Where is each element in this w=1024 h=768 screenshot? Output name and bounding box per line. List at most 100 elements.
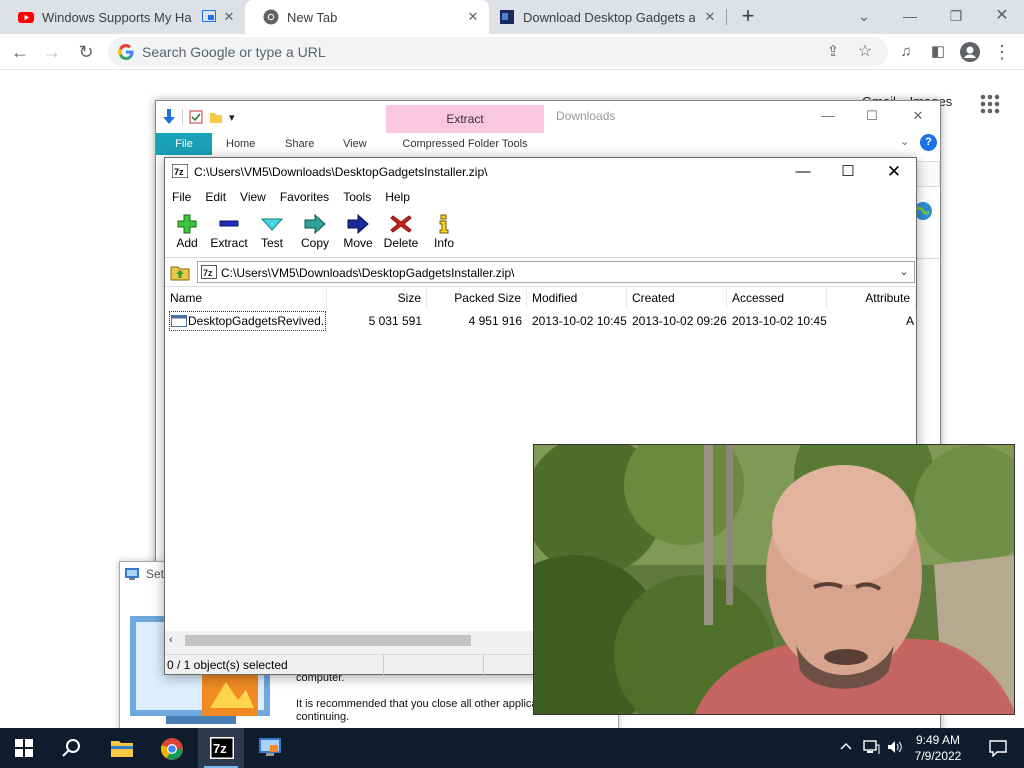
cell-packed-size: 4 951 916: [468, 314, 522, 328]
reload-button[interactable]: ↻: [74, 40, 98, 64]
menu-help[interactable]: Help: [385, 190, 410, 204]
scrollbar-thumb[interactable]: [185, 635, 471, 646]
tab-new-tab[interactable]: New Tab ✕: [245, 0, 489, 34]
close-tab-icon[interactable]: ✕: [702, 9, 718, 25]
tab-search-icon[interactable]: ⌄: [852, 4, 876, 28]
ribbon-expand-icon[interactable]: ⌄: [900, 135, 909, 148]
add-button[interactable]: Add: [165, 210, 209, 256]
tab-separator: [726, 9, 727, 25]
column-header-created[interactable]: Created: [627, 287, 727, 309]
tab-share-icon: [202, 10, 216, 22]
sevenzip-app-icon: 7z: [172, 164, 188, 178]
restore-button[interactable]: ❐: [944, 4, 968, 28]
explorer-maximize-button[interactable]: ☐: [860, 107, 884, 125]
media-control-icon[interactable]: ♫: [894, 40, 918, 64]
volume-icon[interactable]: [886, 739, 904, 755]
omnibox[interactable]: ⇪ ☆: [108, 37, 888, 67]
qat-dropdown-icon[interactable]: ▾: [229, 111, 235, 124]
chevron-down-icon[interactable]: ⌄: [897, 264, 911, 280]
copy-icon: [304, 214, 326, 234]
move-button[interactable]: Move: [336, 210, 380, 256]
youtube-icon: [18, 12, 34, 23]
taskbar-chrome[interactable]: [148, 728, 194, 768]
move-label: Move: [343, 236, 373, 250]
sevenzip-minimize-button[interactable]: —: [787, 160, 819, 184]
download-arrow-icon[interactable]: [162, 109, 176, 125]
close-window-button[interactable]: ✕: [990, 4, 1014, 28]
sevenzip-close-button[interactable]: ✕: [878, 160, 910, 184]
close-tab-icon[interactable]: ✕: [465, 9, 481, 25]
taskbar-7zip[interactable]: 7z: [198, 728, 244, 768]
webcam-video-image: [534, 445, 1014, 714]
tab-title: Download Desktop Gadgets and: [523, 9, 695, 25]
menu-edit[interactable]: Edit: [205, 190, 226, 204]
close-tab-icon[interactable]: ✕: [221, 9, 237, 25]
svg-text:7z: 7z: [174, 167, 184, 177]
taskbar-setup[interactable]: [246, 728, 292, 768]
horizontal-scrollbar[interactable]: ‹: [167, 632, 535, 649]
chrome-menu-icon[interactable]: ⋮: [990, 40, 1014, 64]
extract-button[interactable]: Extract: [207, 210, 251, 256]
add-label: Add: [176, 236, 198, 250]
properties-icon[interactable]: [189, 110, 203, 124]
column-header-packed-size[interactable]: Packed Size: [427, 287, 527, 309]
column-header-modified[interactable]: Modified: [527, 287, 627, 309]
taskbar-file-explorer[interactable]: [98, 728, 144, 768]
copy-button[interactable]: Copy: [293, 210, 337, 256]
scroll-left-icon[interactable]: ‹: [169, 632, 183, 649]
executable-file-icon: [171, 315, 187, 327]
sevenzip-menubar: File Edit View Favorites Tools Help: [165, 186, 916, 208]
menu-favorites[interactable]: Favorites: [280, 190, 329, 204]
apps-grid-icon[interactable]: [980, 94, 1000, 114]
help-icon[interactable]: ?: [920, 134, 937, 151]
start-button[interactable]: [0, 728, 46, 768]
selection-status: 0 / 1 object(s) selected: [167, 658, 288, 672]
svg-text:7z: 7z: [213, 741, 227, 756]
explorer-minimize-button[interactable]: —: [816, 107, 840, 125]
compressed-folder-tools-tab[interactable]: Compressed Folder Tools: [386, 133, 544, 155]
minimize-button[interactable]: —: [898, 4, 922, 28]
delete-button[interactable]: Delete: [379, 210, 423, 256]
ribbon-tab-view[interactable]: View: [343, 133, 367, 155]
share-icon[interactable]: ⇪: [822, 41, 844, 63]
new-folder-icon[interactable]: [209, 110, 223, 124]
info-button[interactable]: Info: [422, 210, 466, 256]
ribbon-tab-file[interactable]: File: [156, 133, 212, 155]
chrome-tab-strip: Windows Supports My Hard ✕ New Tab ✕ Dow…: [0, 0, 1024, 34]
sevenzip-maximize-button[interactable]: ☐: [832, 160, 864, 184]
test-button[interactable]: Test: [250, 210, 294, 256]
back-button[interactable]: ←: [8, 40, 32, 64]
sevenzip-titlebar[interactable]: 7z C:\Users\VM5\Downloads\DesktopGadgets…: [165, 158, 916, 186]
chevron-up-icon[interactable]: [840, 741, 852, 753]
site-icon: [500, 10, 514, 24]
side-panel-icon[interactable]: ◧: [926, 40, 950, 64]
path-combobox[interactable]: 7z C:\Users\VM5\Downloads\DesktopGadgets…: [197, 261, 915, 283]
address-input[interactable]: [142, 42, 742, 62]
notification-center-button[interactable]: [978, 728, 1018, 768]
column-header-attributes[interactable]: Attribute: [827, 287, 916, 309]
new-tab-button[interactable]: +: [736, 5, 760, 29]
explorer-close-button[interactable]: ✕: [906, 107, 930, 125]
menu-file[interactable]: File: [172, 190, 191, 204]
ribbon-tab-extract[interactable]: Extract: [386, 105, 544, 133]
menu-view[interactable]: View: [240, 190, 266, 204]
forward-button[interactable]: →: [40, 40, 64, 64]
column-header-accessed[interactable]: Accessed: [727, 287, 827, 309]
taskbar: 7z 9:49 AM 7/9/2022: [0, 728, 1024, 768]
clock-date: 7/9/2022: [914, 749, 962, 763]
tab-download-gadgets[interactable]: Download Desktop Gadgets and ✕: [481, 0, 726, 34]
network-icon[interactable]: [862, 739, 880, 755]
svg-text:7z: 7z: [203, 268, 213, 278]
profile-avatar[interactable]: [958, 40, 982, 64]
ribbon-tab-share[interactable]: Share: [285, 133, 314, 155]
webcam-overlay: [533, 444, 1015, 715]
column-header-name[interactable]: Name: [165, 287, 327, 309]
menu-tools[interactable]: Tools: [343, 190, 371, 204]
ribbon-tab-home[interactable]: Home: [226, 133, 255, 155]
folder-up-icon[interactable]: [169, 262, 191, 282]
taskbar-clock[interactable]: 9:49 AM 7/9/2022: [906, 732, 970, 764]
bookmark-star-icon[interactable]: ☆: [854, 41, 876, 63]
column-header-size[interactable]: Size: [327, 287, 427, 309]
search-button[interactable]: [48, 728, 94, 768]
tab-youtube[interactable]: Windows Supports My Hard ✕: [0, 0, 245, 34]
